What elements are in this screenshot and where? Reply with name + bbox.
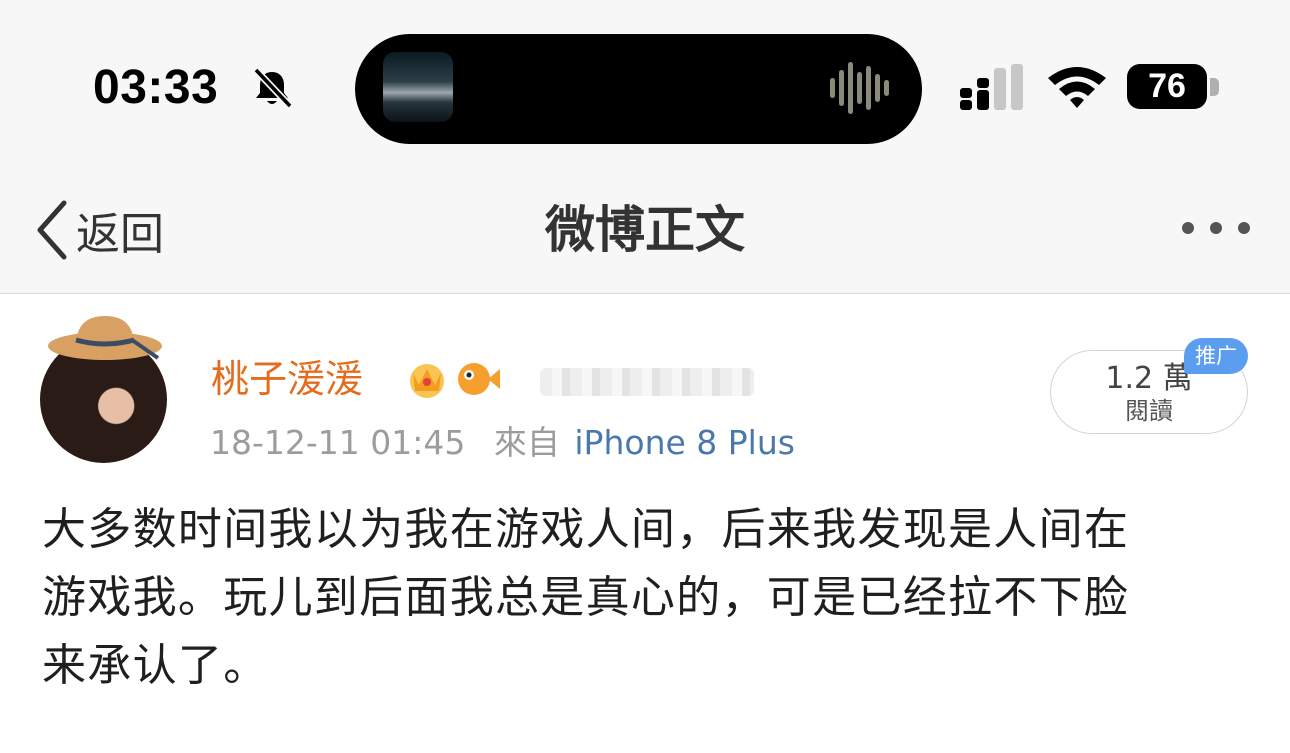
navigation-bar: 返回 微博正文 — [0, 170, 1290, 294]
post-content: 大多数时间我以为我在游戏人间，后来我发现是人间在 游戏我。玩儿到后面我总是真心的… — [42, 496, 1252, 700]
now-playing-artwork[interactable] — [383, 52, 453, 122]
bell-slash-icon — [253, 67, 293, 109]
post-timestamp: 18-12-11 01:45 — [210, 423, 466, 462]
more-options-icon[interactable] — [1178, 218, 1254, 238]
status-time: 03:33 — [93, 61, 219, 114]
read-label: 閱讀 — [1125, 397, 1173, 425]
username[interactable]: 桃子湲湲 — [211, 352, 363, 406]
battery-icon: 76 — [1127, 64, 1207, 109]
wifi-icon — [1048, 67, 1106, 108]
avatar-hat-decoration — [48, 316, 162, 360]
post-content-line: 来承认了。 — [42, 640, 269, 691]
post-content-line: 大多数时间我以为我在游戏人间，后来我发现是人间在 — [42, 504, 1130, 555]
battery-level: 76 — [1148, 67, 1186, 105]
post-meta: 18-12-11 01:45 來自 iPhone 8 Plus — [210, 420, 795, 466]
source-device-link[interactable]: iPhone 8 Plus — [574, 423, 795, 462]
source-prefix: 來自 — [493, 423, 560, 462]
music-waveform-icon — [830, 62, 889, 114]
fish-badge-icon[interactable] — [454, 357, 500, 401]
cellular-signal-icon — [960, 64, 1023, 110]
post-content-line: 游戏我。玩儿到后面我总是真心的，可是已经拉不下脸 — [42, 572, 1130, 623]
blurred-badges — [540, 368, 754, 396]
page-title: 微博正文 — [545, 201, 745, 259]
promote-badge[interactable]: 推广 — [1184, 338, 1248, 374]
battery-nub — [1210, 78, 1219, 96]
crown-badge-icon[interactable] — [404, 355, 450, 401]
